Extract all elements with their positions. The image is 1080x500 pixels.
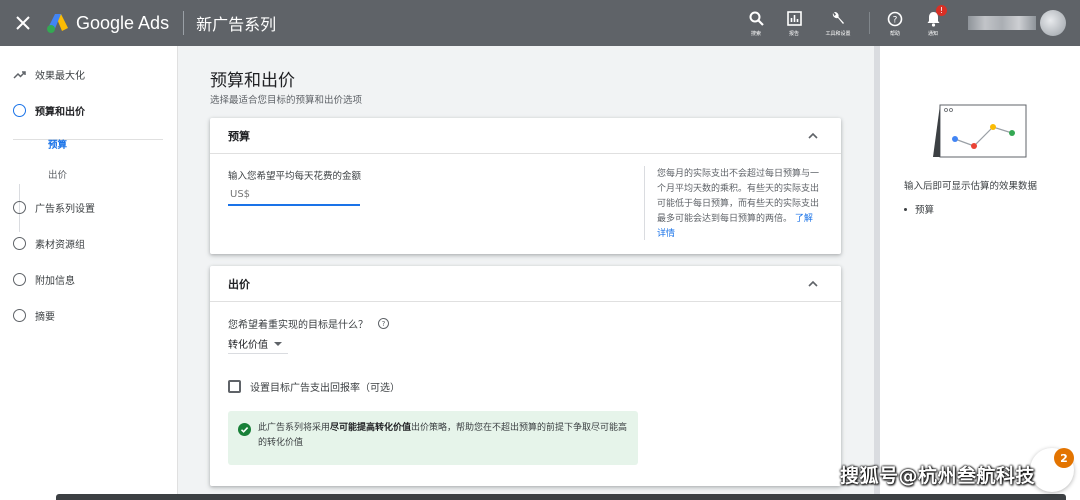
left-nav: 效果最大化 预算和出价 预算 出价 广告系列设置 素材资源组 附加信息 摘要 <box>0 46 178 500</box>
notification-badge: ! <box>936 4 947 16</box>
estimates-bullet-label: 预算 <box>915 205 935 216</box>
target-roas-checkbox-row[interactable]: 设置目标广告支出回报率（可选） <box>228 379 400 394</box>
estimates-text: 输入后即可显示估算的效果数据 <box>904 181 1038 192</box>
help-circle-icon[interactable]: ? <box>378 318 389 329</box>
tools-button[interactable]: 工具和设置 <box>813 0 863 46</box>
nav-item-label: 预算和出价 <box>35 106 85 118</box>
trending-up-icon <box>13 70 26 79</box>
nav-item-summary[interactable]: 摘要 <box>0 303 178 327</box>
bidding-heading: 出价 <box>228 277 250 291</box>
nav-sub-bidding[interactable]: 出价 <box>0 163 178 185</box>
step-circle-icon <box>13 103 26 117</box>
estimates-bullet: 预算 <box>904 202 934 216</box>
notifications-label: 通知 <box>927 30 938 37</box>
help-icon: ? <box>886 10 904 28</box>
step-circle-icon <box>13 272 26 286</box>
search-button[interactable]: 搜索 <box>737 0 775 46</box>
nav-item-label: 广告系列设置 <box>35 203 95 215</box>
nav-item-campaign-settings[interactable]: 广告系列设置 <box>0 195 178 219</box>
top-app-bar: Google Ads 新广告系列 搜索 报告 工具和设置 ? 帮助 ! 通知 <box>0 0 1080 46</box>
bidding-card-header[interactable]: 出价 <box>210 266 841 302</box>
watermark: 搜狐号@杭州叁航科技 <box>840 465 1036 487</box>
bidding-question: 您希望着重实现的目标是什么？ ? <box>228 316 389 331</box>
budget-divider <box>644 166 645 240</box>
actions-divider <box>869 12 870 34</box>
account-name-redacted <box>968 16 1036 30</box>
target-roas-checkbox[interactable] <box>228 380 241 393</box>
target-roas-label: 设置目标广告支出回报率（可选） <box>250 383 400 394</box>
step-circle-icon <box>13 200 26 214</box>
section-subtitle: 选择最适合您目标的预算和出价选项 <box>210 95 363 106</box>
dropdown-arrow-icon <box>274 341 282 346</box>
nav-item-label: 效果最大化 <box>35 70 85 82</box>
close-button[interactable] <box>0 0 46 46</box>
budget-help: 您每月的实际支出不会超过每日预算与一个月平均天数的乘积。有些天的实际支出可能低于… <box>657 167 819 242</box>
reports-button[interactable]: 报告 <box>775 0 813 46</box>
bidding-card: 出价 您希望着重实现的目标是什么？ ? 转化价值 设置目标广告支出回报率（可选）… <box>210 266 841 486</box>
top-actions: 搜索 报告 工具和设置 ? 帮助 ! 通知 <box>737 0 1080 46</box>
chevron-up-icon[interactable] <box>807 130 819 142</box>
nav-sub-budget[interactable]: 预算 <box>0 133 178 155</box>
budget-card: 预算 输入您希望平均每天花费的金额 您每月的实际支出不会超过每日预算与一个月平均… <box>210 118 841 254</box>
estimates-panel: 输入后即可显示估算的效果数据 预算 <box>880 46 1080 500</box>
title-divider <box>183 11 185 35</box>
main-content: 预算和出价 选择最适合您目标的预算和出价选项 预算 输入您希望平均每天花费的金额… <box>178 46 874 500</box>
nav-sub-label: 出价 <box>48 170 68 181</box>
step-circle-icon <box>13 236 26 250</box>
nav-item-pmax[interactable]: 效果最大化 <box>0 62 178 86</box>
search-label: 搜索 <box>750 30 761 37</box>
budget-input-label: 输入您希望平均每天花费的金额 <box>228 171 362 182</box>
page-title: 新广告系列 <box>196 15 277 34</box>
google-ads-logo[interactable]: Google Ads <box>46 12 169 34</box>
notifications-button[interactable]: ! 通知 <box>914 0 952 46</box>
chart-illustration-icon <box>933 104 1027 158</box>
check-circle-icon <box>238 423 251 436</box>
bidding-strategy-name: 尽可能提高转化价值 <box>330 423 412 433</box>
daily-budget-input[interactable] <box>228 184 360 206</box>
svg-text:?: ? <box>893 15 898 25</box>
help-label: 帮助 <box>889 30 900 37</box>
step-circle-icon <box>13 308 26 322</box>
bullet-dot-icon <box>904 207 907 211</box>
bidding-focus-select[interactable]: 转化价值 <box>228 334 288 354</box>
nav-item-label: 素材资源组 <box>35 239 85 251</box>
bidding-focus-value: 转化价值 <box>228 340 268 351</box>
account-switcher[interactable] <box>968 10 1070 36</box>
bidding-note-text: 此广告系列将采用尽可能提高转化价值出价策略，帮助您在不超出预算的前提下争取尽可能… <box>258 423 628 448</box>
bidding-strategy-note: 此广告系列将采用尽可能提高转化价值出价策略，帮助您在不超出预算的前提下争取尽可能… <box>228 411 638 465</box>
wrench-icon <box>829 10 847 28</box>
nav-item-asset-groups[interactable]: 素材资源组 <box>0 231 178 255</box>
chevron-up-icon[interactable] <box>807 278 819 290</box>
google-ads-logo-icon <box>47 14 68 33</box>
budget-heading: 预算 <box>228 129 250 143</box>
help-button[interactable]: ? 帮助 <box>876 0 914 46</box>
nav-item-budget-bidding[interactable]: 预算和出价 <box>0 98 178 122</box>
search-icon <box>747 10 765 28</box>
bottom-bar <box>56 494 1066 500</box>
assistant-badge: 2 <box>1054 448 1074 468</box>
reports-icon <box>785 10 803 28</box>
brand-name: Google Ads <box>76 12 170 33</box>
nav-item-label: 摘要 <box>35 311 55 323</box>
bell-icon: ! <box>924 4 947 28</box>
nav-sub-label: 预算 <box>48 140 68 151</box>
nav-item-label: 附加信息 <box>35 275 75 287</box>
section-title: 预算和出价 <box>210 71 295 91</box>
close-icon <box>16 16 30 30</box>
tools-label: 工具和设置 <box>825 30 851 37</box>
nav-item-extensions[interactable]: 附加信息 <box>0 267 178 291</box>
avatar[interactable] <box>1040 10 1066 36</box>
reports-label: 报告 <box>788 30 799 37</box>
budget-card-header[interactable]: 预算 <box>210 118 841 154</box>
bidding-question-text: 您希望着重实现的目标是什么？ <box>228 320 368 331</box>
